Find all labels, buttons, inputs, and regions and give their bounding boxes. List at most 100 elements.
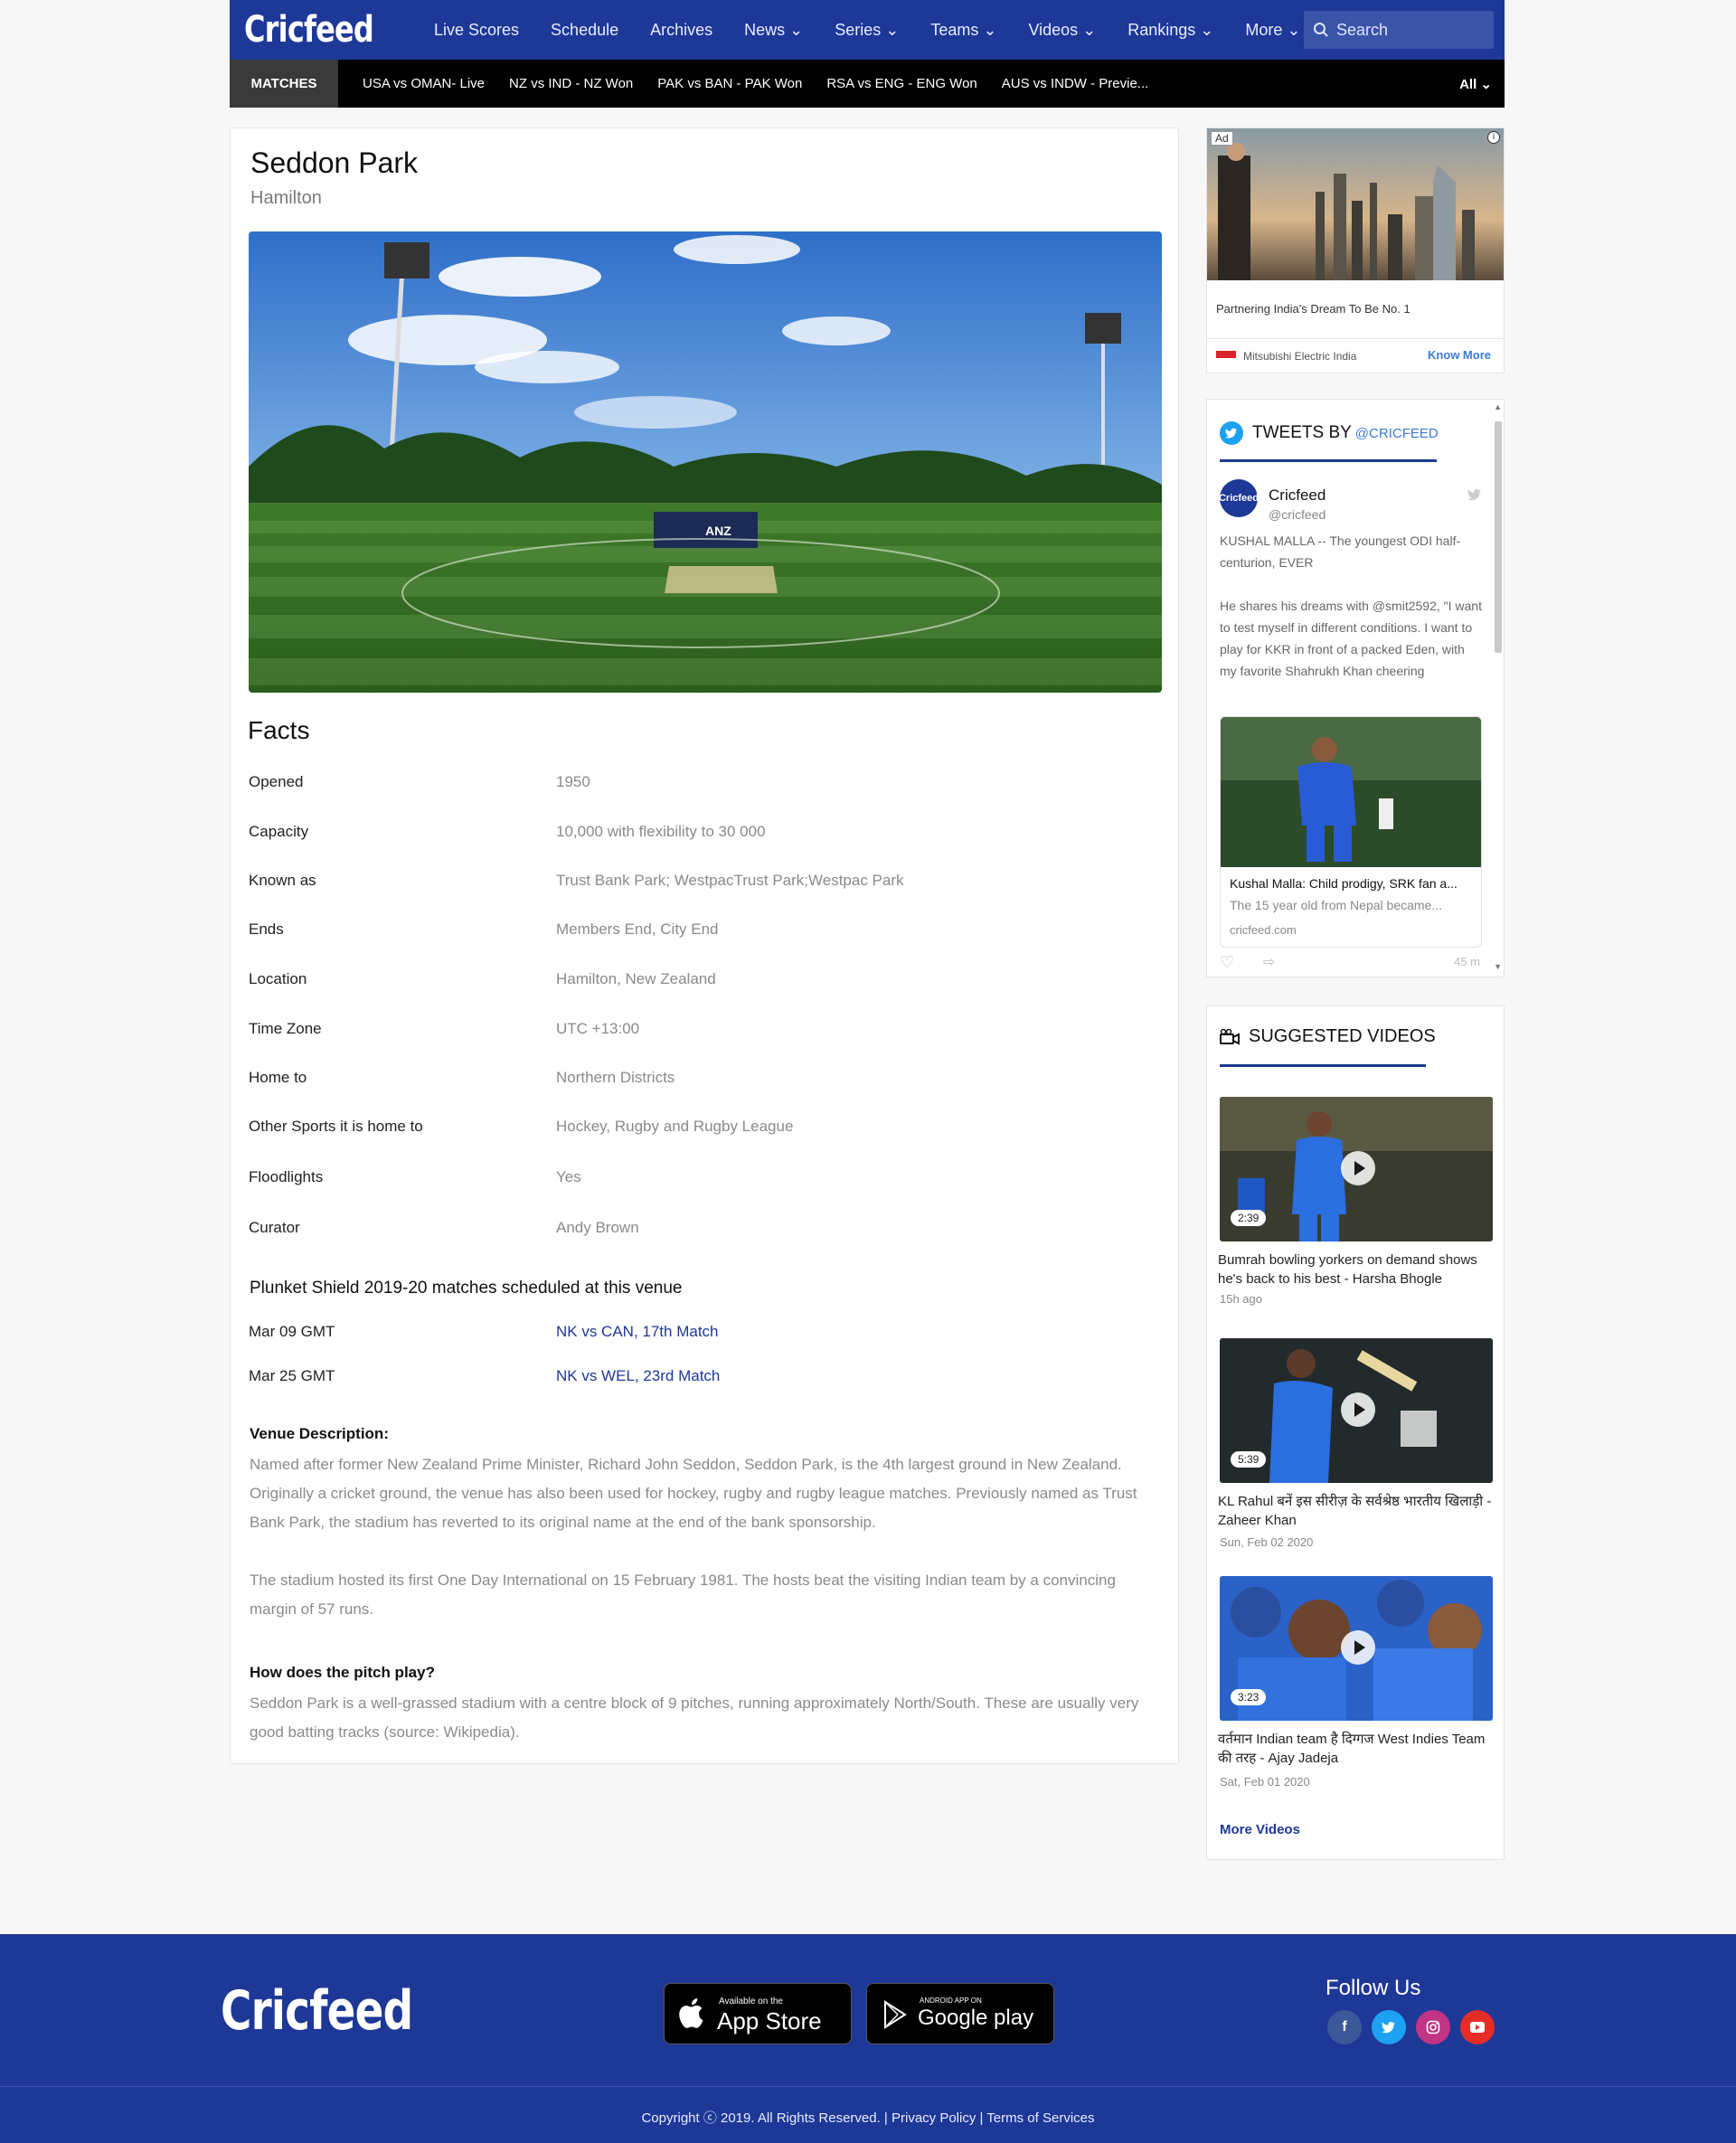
video-title[interactable]: वर्तमान Indian team है दिग्गज West Indie… [1218,1730,1500,1768]
tweet-author-name[interactable]: Cricfeed [1269,486,1326,505]
heading-underline [1220,459,1437,462]
schedule-date: Mar 09 GMT [249,1323,335,1340]
play-button-icon[interactable] [1341,1392,1375,1427]
video-thumbnail[interactable]: 2:39 [1220,1097,1493,1241]
match-link[interactable]: NZ vs IND - NZ Won [509,76,633,91]
google-play-big-text: Google play [918,2006,1034,2030]
nav-teams[interactable]: Teams ⌄ [930,21,996,40]
nav-live-scores[interactable]: Live Scores [434,21,519,40]
nav-archives[interactable]: Archives [650,21,712,40]
search-input[interactable]: Search [1304,11,1494,49]
video-duration: 2:39 [1231,1210,1267,1226]
pitch-paragraph: Seddon Park is a well-grassed stadium wi… [250,1695,1139,1741]
twitter-icon[interactable] [1372,2010,1406,2044]
hero-banner-text: ANZ [705,524,731,538]
fact-value: Hockey, Rugby and Rugby League [556,1118,794,1135]
match-link[interactable]: USA vs OMAN- Live [363,76,485,91]
fact-value: Hamilton, New Zealand [556,970,716,987]
nav-more[interactable]: More ⌄ [1245,21,1300,40]
video-duration: 5:39 [1231,1451,1267,1468]
nav-schedule[interactable]: Schedule [551,21,618,40]
matches-bar: MATCHES USA vs OMAN- Live NZ vs IND - NZ… [230,60,1505,108]
play-button-icon[interactable] [1341,1151,1375,1185]
fact-value: Andy Brown [556,1219,639,1236]
nav-news[interactable]: News ⌄ [744,21,803,40]
like-icon[interactable]: ♡ [1220,953,1234,972]
video-title[interactable]: Bumrah bowling yorkers on demand shows h… [1218,1251,1500,1289]
nav-rankings[interactable]: Rankings ⌄ [1127,21,1213,40]
fact-label: Known as [249,872,316,889]
suggested-videos-heading: SUGGESTED VIDEOS [1249,1026,1436,1046]
twitter-icon [1220,421,1243,445]
search-icon [1314,23,1328,37]
tweet-text: KUSHAL MALLA -- The youngest ODI half-ce… [1220,530,1482,682]
tweet-card-title[interactable]: Kushal Malla: Child prodigy, SRK fan a..… [1230,876,1458,891]
app-store-button[interactable]: Available on the App Store [664,1983,852,2044]
match-link[interactable]: PAK vs BAN - PAK Won [657,76,802,91]
video-title[interactable]: KL Rahul बनें इस सीरीज़ के सर्वश्रेष्ठ भ… [1218,1492,1500,1530]
ad-image[interactable] [1207,128,1504,280]
fact-label: Floodlights [249,1168,324,1185]
match-link[interactable]: AUS vs INDW - Previe... [1002,76,1149,91]
tweet-text-line1: KUSHAL MALLA -- The youngest ODI half-ce… [1220,533,1461,570]
ad-brand[interactable]: Mitsubishi Electric India [1243,350,1356,363]
ad-label: Ad [1211,131,1233,146]
tweet-card-url: cricfeed.com [1230,923,1297,937]
fact-value: 10,000 with flexibility to 30 000 [556,823,766,840]
video-thumbnail[interactable]: 3:23 [1220,1576,1493,1721]
youtube-icon[interactable] [1460,2010,1495,2044]
ad-info-icon[interactable]: i [1487,131,1500,144]
apple-icon [679,1998,703,2028]
schedule-date: Mar 25 GMT [249,1367,335,1384]
google-play-button[interactable]: ANDROID APP ON Google play [866,1983,1054,2044]
site-logo[interactable]: Cricfeed [244,9,374,51]
tweet-link-card[interactable]: Kushal Malla: Child prodigy, SRK fan a..… [1220,716,1482,948]
fact-value: Northern Districts [556,1069,675,1086]
ad-headline[interactable]: Partnering India's Dream To Be No. 1 [1216,302,1410,316]
fact-label: Location [249,970,307,987]
share-icon[interactable]: ⇨ [1263,953,1275,971]
scroll-up-arrow-icon[interactable]: ▲ [1494,402,1502,411]
suggested-videos-heading-row: SUGGESTED VIDEOS [1220,1026,1436,1047]
matches-label: MATCHES [230,60,338,108]
description-paragraph: Named after former New Zealand Prime Min… [250,1456,1137,1531]
facts-heading: Facts [248,716,310,744]
nav-series[interactable]: Series ⌄ [835,21,899,40]
fact-value: Members End, City End [556,920,719,938]
tweet-text-line2: He shares his dreams with @smit2592, "I … [1220,599,1482,678]
ad-brand-logo [1216,351,1236,358]
fact-label: Time Zone [249,1020,322,1037]
description-heading: Venue Description: [250,1425,389,1442]
schedule-match-link[interactable]: NK vs CAN, 17th Match [556,1323,719,1341]
facebook-icon[interactable]: f [1327,2010,1362,2044]
tweets-heading-row: TWEETS BY @CRICFEED [1220,421,1439,445]
advertisement[interactable]: Ad i Partnering India's Dream To Be No. … [1206,127,1505,373]
match-link[interactable]: RSA vs ENG - ENG Won [826,76,976,91]
footer-divider [0,2086,1736,2087]
tweet-card-image[interactable] [1221,717,1481,867]
schedule-match-link[interactable]: NK vs WEL, 23rd Match [556,1367,720,1385]
tweet-timestamp[interactable]: 45 m [1454,955,1480,968]
video-timestamp: 15h ago [1220,1292,1262,1306]
instagram-icon[interactable] [1416,2010,1450,2044]
video-thumbnail[interactable]: 5:39 [1220,1338,1493,1483]
ad-cta-button[interactable]: Know More [1428,348,1491,362]
footer-logo[interactable]: Cricfeed [221,1979,413,2043]
video-duration: 3:23 [1231,1689,1267,1705]
scroll-down-arrow-icon[interactable]: ▼ [1494,962,1502,971]
play-button-icon[interactable] [1341,1630,1375,1665]
footer: Cricfeed Available on the App Store ANDR… [0,1934,1736,2143]
match-filter-dropdown[interactable]: All ⌄ [1459,76,1492,92]
fact-label: Other Sports it is home to [249,1118,423,1135]
pitch-heading: How does the pitch play? [250,1664,435,1681]
more-videos-link[interactable]: More Videos [1220,1822,1300,1837]
fact-label: Home to [249,1069,307,1086]
avatar[interactable]: Cricfeed [1219,479,1259,517]
nav-videos[interactable]: Videos ⌄ [1028,21,1096,40]
app-store-big-text: App Store [717,2007,822,2034]
tweet-author-handle[interactable]: @cricfeed [1269,507,1326,522]
copyright-text: Copyright ⓒ 2019. All Rights Reserved. |… [641,2110,1095,2126]
scrollbar-thumb[interactable] [1495,421,1502,653]
fact-label: Curator [249,1219,300,1236]
tweets-handle-link[interactable]: @CRICFEED [1355,426,1439,441]
